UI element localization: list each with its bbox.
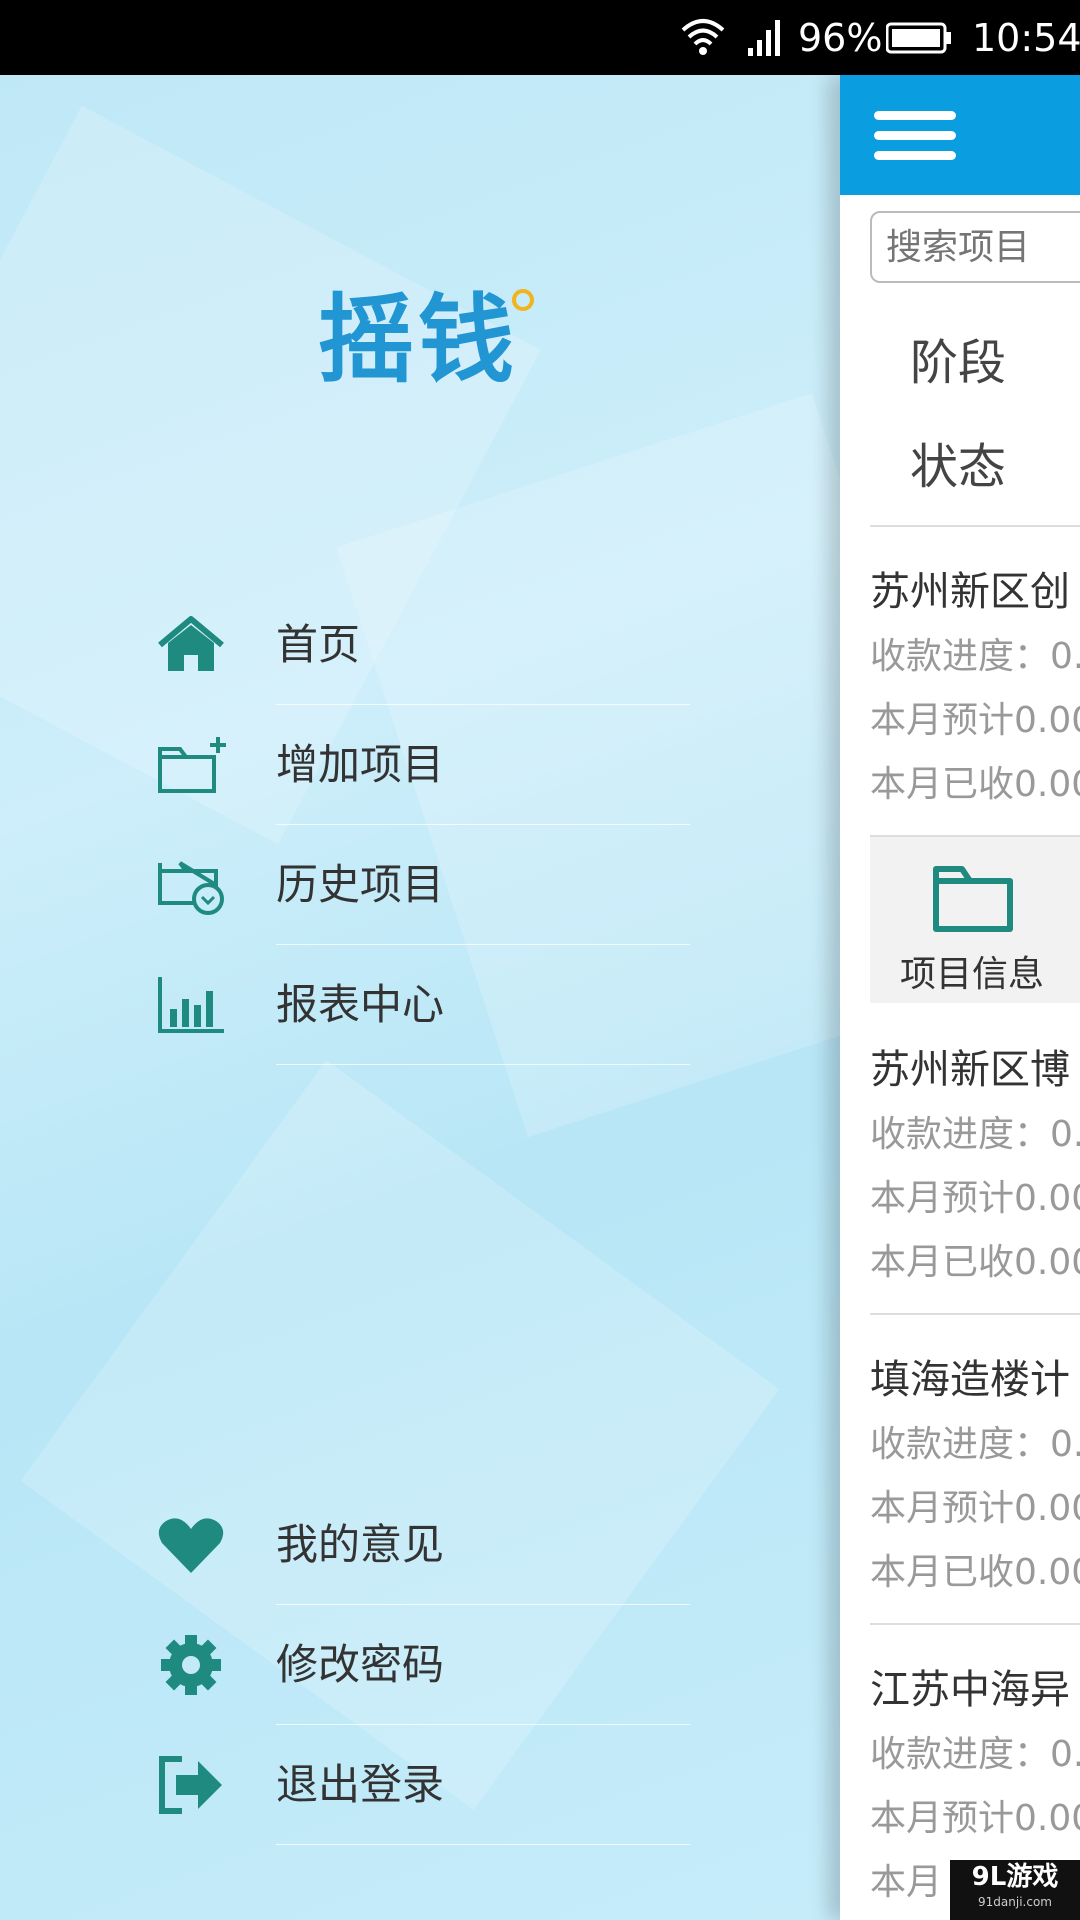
menu-item-add-project[interactable]: 增加项目 <box>0 705 840 825</box>
menu-item-label: 我的意见 <box>276 1520 445 1569</box>
top-app-bar <box>840 75 1080 195</box>
project-title[interactable]: 苏州新区创 <box>870 559 1070 617</box>
menu-item-label: 历史项目 <box>276 860 445 909</box>
project-title[interactable]: 填海造楼计 <box>870 1347 1070 1405</box>
cell-signal-icon <box>748 20 780 56</box>
folder-history-icon <box>158 861 224 915</box>
project-month-received: 本月已收0.00 <box>870 1242 1080 1283</box>
menu-item-label: 增加项目 <box>276 740 445 789</box>
project-progress: 收款进度：0. <box>870 1424 1080 1465</box>
menu-item-label: 报表中心 <box>276 980 445 1029</box>
watermark-main: 9L游戏 <box>971 1862 1059 1892</box>
project-title[interactable]: 江苏中海异 <box>870 1657 1070 1715</box>
battery-icon <box>886 22 951 54</box>
filter-stage[interactable]: 阶段 <box>910 323 1006 393</box>
divider <box>276 1844 690 1845</box>
watermark: 9L游戏 91danji.com <box>950 1860 1080 1920</box>
menu-item-reports[interactable]: 报表中心 <box>0 945 840 1065</box>
watermark-sub: 91danji.com <box>978 1895 1052 1909</box>
logo-dot <box>512 289 534 311</box>
status-bar: 96% 10:54 <box>0 0 1080 75</box>
project-info-label: 项目信息 <box>900 954 1045 995</box>
menu-hamburger-icon[interactable] <box>874 111 956 161</box>
heart-icon <box>158 1518 224 1573</box>
main-content: 阶段 状态 苏州新区创 收款进度：0. 本月预计0.00 本月已收0.00 项目… <box>840 75 1080 1920</box>
project-progress: 收款进度：0. <box>870 1114 1080 1155</box>
menu-item-label: 修改密码 <box>276 1640 445 1689</box>
project-month-expected: 本月预计0.00 <box>870 1178 1080 1219</box>
menu-item-history[interactable]: 历史项目 <box>0 825 840 945</box>
project-progress: 收款进度：0. <box>870 636 1080 677</box>
folder-add-icon <box>158 737 226 793</box>
divider <box>870 1313 1080 1315</box>
logout-icon <box>159 1756 222 1814</box>
divider <box>276 1064 690 1065</box>
battery-percent: 96% <box>798 16 883 60</box>
project-month-expected: 本月预计0.00 <box>870 1488 1080 1529</box>
project-month-received: 本月已收0.00 <box>870 1552 1080 1593</box>
clock: 10:54 <box>972 16 1080 60</box>
menu-item-label: 退出登录 <box>276 1760 445 1809</box>
divider <box>870 1623 1080 1625</box>
menu-item-change-password[interactable]: 修改密码 <box>0 1605 840 1725</box>
gear-icon <box>161 1635 221 1695</box>
bar-chart-icon <box>158 977 224 1033</box>
navigation-drawer: 摇钱 首页 增加项目 历史项目 报表中心 我的意见 修改密码 退出登录 <box>0 75 840 1920</box>
folder-icon <box>933 866 1013 932</box>
search-input[interactable] <box>870 211 1080 283</box>
project-title[interactable]: 苏州新区博 <box>870 1037 1070 1095</box>
menu-item-home[interactable]: 首页 <box>0 585 840 705</box>
menu-item-label: 首页 <box>276 620 361 669</box>
divider <box>870 525 1080 527</box>
project-info-button[interactable]: 项目信息 <box>870 837 1080 1003</box>
project-month-received: 本月已收0.00 <box>870 764 1080 805</box>
filter-status[interactable]: 状态 <box>910 427 1006 497</box>
home-icon <box>158 616 224 671</box>
project-month-expected: 本月预计0.00 <box>870 700 1080 741</box>
menu-item-feedback[interactable]: 我的意见 <box>0 1485 840 1605</box>
project-progress: 收款进度：0. <box>870 1734 1080 1775</box>
app-logo: 摇钱 <box>318 275 538 405</box>
project-month-expected: 本月预计0.00 <box>870 1798 1080 1839</box>
project-month-received: 本月 <box>870 1862 943 1903</box>
wifi-icon <box>681 19 725 55</box>
logo-text: 摇钱 <box>318 284 518 396</box>
menu-item-logout[interactable]: 退出登录 <box>0 1725 840 1845</box>
